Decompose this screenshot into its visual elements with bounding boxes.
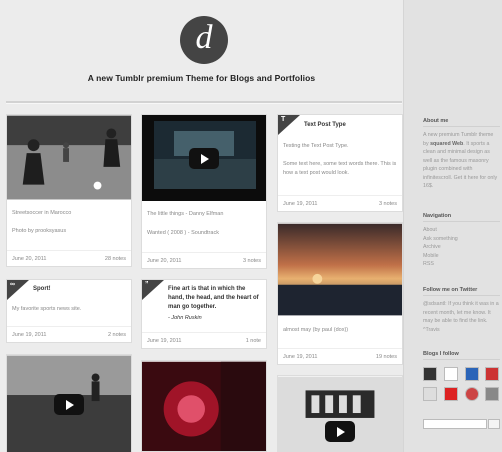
post-notes[interactable]: 19 notes <box>376 354 397 360</box>
post-meta: June 19, 2011 1 note <box>142 332 266 348</box>
post-date[interactable]: June 19, 2011 <box>283 354 317 360</box>
main-content: d A new Tumblr premium Theme for Blogs a… <box>0 0 403 452</box>
post-meta: June 19, 2011 2 notes <box>7 326 131 342</box>
blog-avatar[interactable] <box>423 367 437 381</box>
post-notes[interactable]: 3 notes <box>379 201 397 207</box>
post-notes[interactable]: 2 notes <box>108 332 126 338</box>
post-notes[interactable]: 3 notes <box>243 258 261 264</box>
post-caption: The little things - Danny Elfman <box>147 211 224 217</box>
post-notes[interactable]: 28 notes <box>105 256 126 262</box>
link-post: ∞ Sport! My favorite sports news site. J… <box>6 279 132 343</box>
sunset-photo[interactable] <box>278 223 402 316</box>
divider <box>423 221 500 222</box>
post-caption: Streetsoccer in Marocco <box>12 210 72 216</box>
nav-item-ask[interactable]: Ask something <box>423 235 500 244</box>
blog-avatar[interactable] <box>423 387 437 401</box>
divider <box>423 126 500 127</box>
post-meta: June 19, 2011 19 notes <box>278 348 402 364</box>
video-post: The little things - Danny Elfman Wanted … <box>141 114 267 269</box>
post-caption: almost may (by paul (dox)) <box>283 327 349 333</box>
text-post: T Text Post Type Testing the Text Post T… <box>277 114 403 212</box>
blog-avatar[interactable] <box>444 367 458 381</box>
photo-post: Streetsoccer in Marocco Photo by prooksy… <box>6 114 132 267</box>
play-button[interactable] <box>325 421 355 442</box>
post-meta: June 20, 2011 3 notes <box>142 252 266 268</box>
photo-post: almost may (by paul (dox)) June 19, 2011… <box>277 222 403 365</box>
quote-source: - John Ruskin <box>168 315 202 321</box>
video-post <box>6 354 132 452</box>
video-post <box>277 375 403 452</box>
site-tagline: A new Tumblr premium Theme for Blogs and… <box>87 73 316 83</box>
search-button[interactable] <box>488 419 500 429</box>
link-icon: ∞ <box>7 280 29 300</box>
post-date[interactable]: June 19, 2011 <box>12 332 46 338</box>
divider <box>423 359 500 360</box>
post-notes[interactable]: 1 note <box>246 338 261 344</box>
blog-avatar[interactable] <box>485 367 499 381</box>
header-divider <box>6 101 402 104</box>
link-title[interactable]: Sport! <box>33 286 51 292</box>
site-logo[interactable]: d <box>180 16 228 64</box>
post-meta: June 19, 2011 3 notes <box>278 195 402 211</box>
flower-photo[interactable] <box>142 361 266 452</box>
about-text: A new premium Tumblr theme by squared We… <box>423 132 498 189</box>
nav-item-mobile[interactable]: Mobile <box>423 252 500 261</box>
post-date[interactable]: June 19, 2011 <box>283 201 317 207</box>
divider <box>423 295 500 296</box>
blog-avatar[interactable] <box>465 367 479 381</box>
quote-text: Fine art is that in which the hand, the … <box>168 286 259 310</box>
quote-post: ” Fine art is that in which the hand, th… <box>141 279 267 349</box>
post-date[interactable]: June 20, 2011 <box>147 258 181 264</box>
soccer-photo[interactable] <box>7 115 131 200</box>
sidebar: About me A new premium Tumblr theme by s… <box>403 0 502 452</box>
blog-avatar[interactable] <box>465 387 479 401</box>
author-link[interactable]: squared Web <box>430 141 463 147</box>
text-icon: T <box>278 115 300 135</box>
latest-tweet: @sdsantl: If you think it was in a recen… <box>423 301 499 333</box>
blog-avatar[interactable] <box>444 387 458 401</box>
about-heading: About me <box>423 118 449 124</box>
post-date[interactable]: June 19, 2011 <box>147 338 181 344</box>
post-credit: Photo by prooksyasus <box>12 228 67 234</box>
nav-item-rss[interactable]: RSS <box>423 260 500 269</box>
quote-icon: ” <box>142 280 164 300</box>
play-button[interactable] <box>54 394 84 415</box>
play-button[interactable] <box>189 148 219 169</box>
post-title[interactable]: Text Post Type <box>304 122 346 128</box>
link-description: My favorite sports news site. <box>12 306 82 312</box>
blog-avatar[interactable] <box>485 387 499 401</box>
post-subcaption: Wanted ( 2008 ) - Soundtrack <box>147 230 219 236</box>
twitter-heading: Follow me on Twitter <box>423 287 478 293</box>
nav-item-about[interactable]: About <box>423 226 500 235</box>
post-meta: June 20, 2011 28 notes <box>7 250 131 266</box>
navigation-heading: Navigation <box>423 213 452 219</box>
post-date[interactable]: June 20, 2011 <box>12 256 46 262</box>
blogs-heading: Blogs I follow <box>423 351 459 357</box>
photo-post <box>141 360 267 452</box>
logo-letter: d <box>195 19 213 56</box>
nav-item-archive[interactable]: Archive <box>423 243 500 252</box>
search-input[interactable] <box>423 419 487 429</box>
post-body: Some text here, some text words there. T… <box>283 161 397 176</box>
post-body-line: Testing the Text Post Type. <box>283 143 349 149</box>
